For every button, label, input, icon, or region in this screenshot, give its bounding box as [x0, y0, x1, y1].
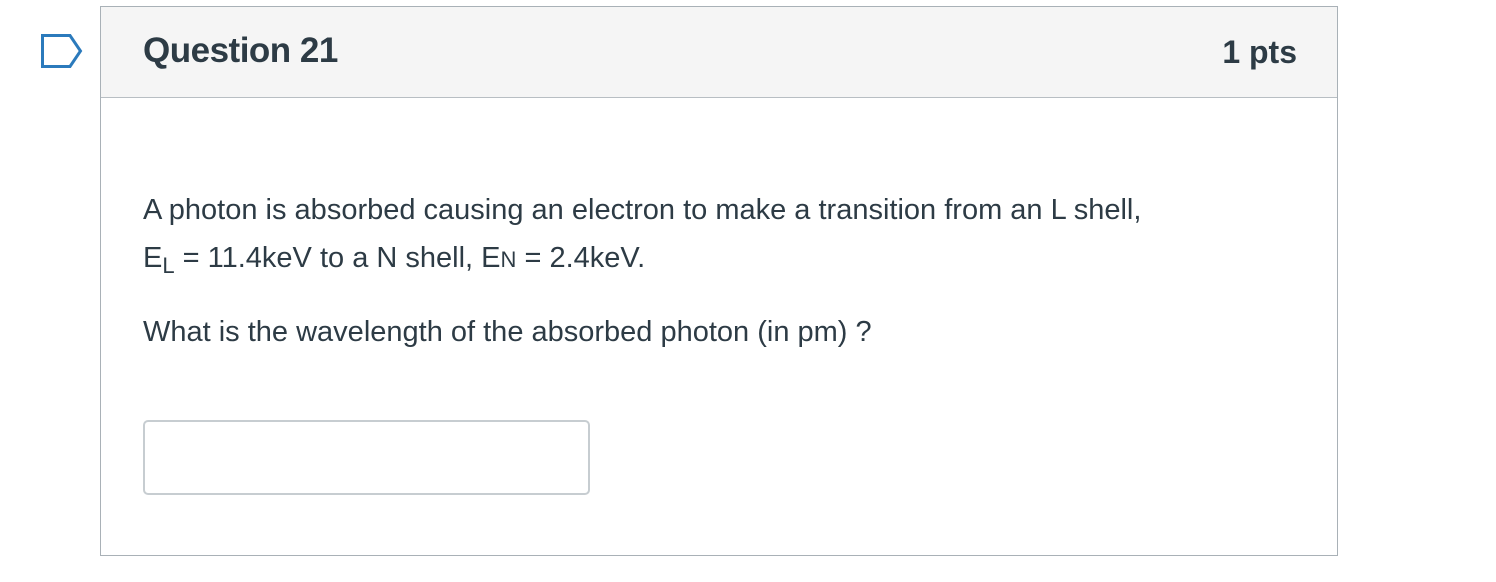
answer-input[interactable]	[143, 420, 590, 495]
energy-subscript-l: L	[162, 253, 175, 278]
energy-small-n: N	[500, 247, 517, 272]
question-title: Question 21	[143, 31, 338, 70]
question-paragraph: A photon is absorbed causing an electron…	[143, 186, 1297, 284]
question-line-1: A photon is absorbed causing an electron…	[143, 194, 1142, 226]
question-text: A photon is absorbed causing an electron…	[143, 186, 1297, 356]
flag-question-icon[interactable]	[40, 33, 84, 69]
question-points: 1 pts	[1222, 34, 1297, 70]
energy-symbol: E	[143, 242, 163, 274]
question-line-2-end: = 2.4keV.	[516, 242, 646, 274]
question-header: Question 21 1 pts	[101, 7, 1337, 98]
question-line-2-mid: = 11.4keV to a N shell, E	[174, 242, 501, 274]
question-prompt: What is the wavelength of the absorbed p…	[143, 316, 872, 348]
question-card: Question 21 1 pts A photon is absorbed c…	[100, 6, 1338, 556]
